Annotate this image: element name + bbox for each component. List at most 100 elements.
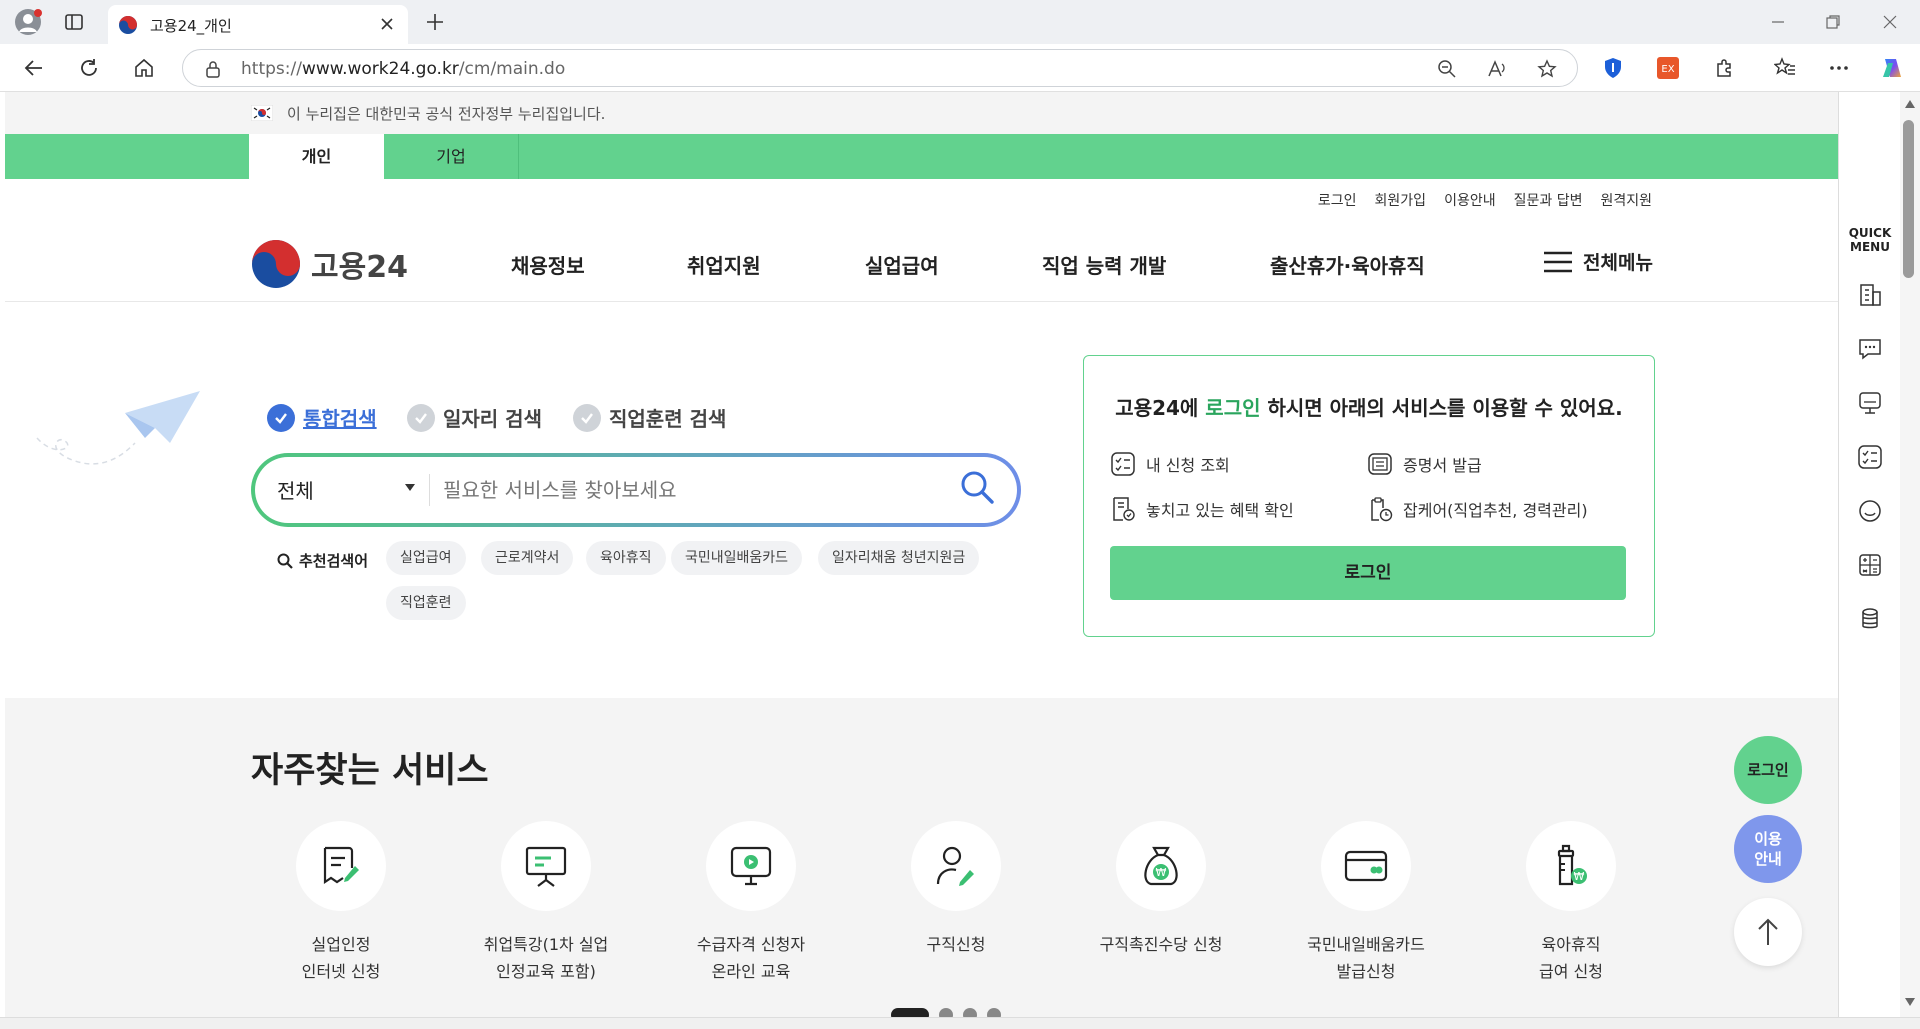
tab-title: 고용24_개인 (150, 17, 232, 35)
monitor-icon[interactable] (1857, 390, 1883, 416)
floating-guide-button[interactable]: 이용 안내 (1734, 815, 1802, 883)
web-page: 이 누리집은 대한민국 공식 전자정부 누리집입니다. 개인 기업 로그인 회원… (5, 92, 1838, 1017)
search-icon[interactable] (959, 469, 995, 505)
search-divider (429, 474, 430, 506)
chat-bubble-icon[interactable] (1857, 336, 1883, 362)
address-field[interactable]: https://www.work24.go.kr/cm/main.do (182, 49, 1578, 87)
home-icon[interactable] (134, 58, 154, 78)
site-logo[interactable]: 고용24 (251, 239, 408, 289)
search-box: 전체 (251, 453, 1021, 527)
building-icon[interactable] (1857, 282, 1883, 308)
search-type-training[interactable]: 직업훈련 검색 (573, 403, 726, 432)
all-menu-button[interactable]: 전체메뉴 (1543, 248, 1653, 275)
service-my-applications[interactable]: 내 신청 조회 (1110, 451, 1230, 477)
new-tab-icon[interactable] (425, 12, 445, 32)
service-jobcare[interactable]: 잡케어(직업추천, 경력관리) (1367, 496, 1588, 522)
checklist-icon[interactable] (1857, 444, 1883, 470)
keyword-chip[interactable]: 육아휴직 (586, 541, 666, 575)
check-icon (407, 403, 435, 432)
keyword-chip[interactable]: 직업훈련 (386, 586, 466, 620)
service-item-tomorrow-learning-card[interactable]: 국민내일배움카드 발급신청 (1276, 821, 1456, 985)
back-icon[interactable] (24, 58, 44, 78)
login-button[interactable]: 로그인 (1110, 546, 1626, 600)
browser-tab-bar: 고용24_개인 (0, 0, 1920, 44)
coin-stack-icon[interactable] (1857, 606, 1883, 632)
service-item-online-education[interactable]: 수급자격 신청자 온라인 교육 (661, 821, 841, 985)
read-aloud-icon[interactable] (1487, 59, 1507, 79)
search-input[interactable] (443, 471, 943, 509)
carousel-dot-active[interactable] (891, 1008, 929, 1017)
logo-text: 고용24 (311, 250, 408, 285)
copilot-icon[interactable] (1880, 55, 1906, 81)
service-item-job-application[interactable]: 구직신청 (866, 821, 1046, 958)
service-benefit-check[interactable]: 놓치고 있는 혜택 확인 (1110, 496, 1294, 522)
refresh-icon[interactable] (79, 58, 99, 78)
lock-icon[interactable] (205, 60, 221, 78)
favorite-star-icon[interactable] (1537, 59, 1557, 79)
baby-bottle-icon: ₩ (1547, 842, 1595, 890)
close-tab-icon[interactable] (380, 17, 394, 31)
service-item-job-seeking-allowance[interactable]: ₩ 구직촉진수당 신청 (1071, 821, 1251, 958)
gnb-employment-support[interactable]: 취업지원 (687, 250, 761, 279)
category-tabs: 개인 기업 (5, 134, 1838, 179)
document-pen-icon (317, 842, 365, 890)
tab-business[interactable]: 기업 (384, 134, 519, 179)
util-guide-link[interactable]: 이용안내 (1444, 190, 1496, 210)
clipboard-clock-icon (1367, 496, 1393, 522)
util-qna-link[interactable]: 질문과 답변 (1514, 190, 1583, 210)
horizontal-scrollbar[interactable] (0, 1017, 1920, 1029)
korean-flag-icon (251, 105, 273, 121)
restore-icon[interactable] (1825, 14, 1841, 30)
favorites-list-icon[interactable] (1774, 57, 1796, 79)
hamburger-icon (1543, 251, 1573, 273)
site-header: 고용24 채용정보 취업지원 실업급여 직업 능력 개발 출산휴가·육아휴직 전… (5, 230, 1838, 302)
gnb-maternity-parental-leave[interactable]: 출산휴가·육아휴직 (1270, 250, 1425, 279)
gnb-unemployment-benefit[interactable]: 실업급여 (865, 250, 939, 279)
carousel-dot[interactable] (963, 1008, 977, 1017)
keyword-chip[interactable]: 근로계약서 (481, 541, 574, 575)
profile-icon[interactable] (14, 8, 42, 36)
scroll-down-arrow-icon[interactable] (1905, 998, 1915, 1006)
smile-icon[interactable] (1857, 498, 1883, 524)
keyword-chip[interactable]: 국민내일배움카드 (671, 541, 803, 575)
scroll-top-button[interactable] (1734, 898, 1802, 966)
browser-tab[interactable]: 고용24_개인 (108, 5, 408, 44)
util-signup-link[interactable]: 회원가입 (1375, 190, 1427, 210)
search-type-jobs[interactable]: 일자리 검색 (407, 403, 542, 432)
gov-banner-text: 이 누리집은 대한민국 공식 전자정부 누리집입니다. (287, 104, 606, 123)
more-options-icon[interactable] (1828, 57, 1850, 79)
search-type-integrated[interactable]: 통합검색 (267, 403, 377, 432)
extensions-puzzle-icon[interactable] (1714, 57, 1736, 79)
shield-extension-icon[interactable] (1604, 57, 1622, 79)
money-bag-icon: ₩ (1137, 842, 1185, 890)
keyword-chip[interactable]: 일자리채움 청년지원금 (818, 541, 980, 575)
svg-text:EX: EX (1661, 64, 1674, 75)
service-item-unemployment-certification[interactable]: 실업인정 인터넷 신청 (251, 821, 431, 985)
card-icon (1342, 842, 1390, 890)
zoom-out-icon[interactable] (1437, 59, 1457, 79)
util-login-link[interactable]: 로그인 (1318, 190, 1357, 210)
tab-actions-icon[interactable] (64, 12, 84, 32)
carousel-dot[interactable] (939, 1008, 953, 1017)
scroll-up-arrow-icon[interactable] (1905, 100, 1915, 108)
util-remote-support-link[interactable]: 원격지원 (1600, 190, 1652, 210)
calculator-icon[interactable] (1857, 552, 1883, 578)
ex-extension-icon[interactable]: EX (1657, 57, 1679, 79)
all-menu-label: 전체메뉴 (1583, 252, 1653, 274)
arrow-up-icon (1756, 917, 1780, 947)
keyword-chip[interactable]: 실업급여 (386, 541, 466, 575)
service-certificate[interactable]: 증명서 발급 (1367, 451, 1482, 477)
service-item-employment-lecture[interactable]: 취업특강(1차 실업 인정교육 포함) (456, 821, 636, 985)
scrollbar-thumb[interactable] (1903, 120, 1914, 278)
minimize-icon[interactable] (1770, 14, 1786, 30)
gnb-vocational-training[interactable]: 직업 능력 개발 (1042, 250, 1166, 279)
carousel-dot[interactable] (987, 1008, 1001, 1017)
service-item-parental-leave-benefit[interactable]: ₩ 육아휴직 급여 신청 (1481, 821, 1661, 985)
floating-login-button[interactable]: 로그인 (1734, 736, 1802, 804)
search-scope-select[interactable]: 전체 (277, 475, 314, 504)
dropdown-caret-icon[interactable] (405, 484, 415, 491)
recommended-keywords-label: 추천검색어 (277, 550, 368, 571)
close-window-icon[interactable] (1882, 14, 1898, 30)
gnb-jobs[interactable]: 채용정보 (511, 250, 585, 279)
tab-personal[interactable]: 개인 (249, 134, 384, 179)
